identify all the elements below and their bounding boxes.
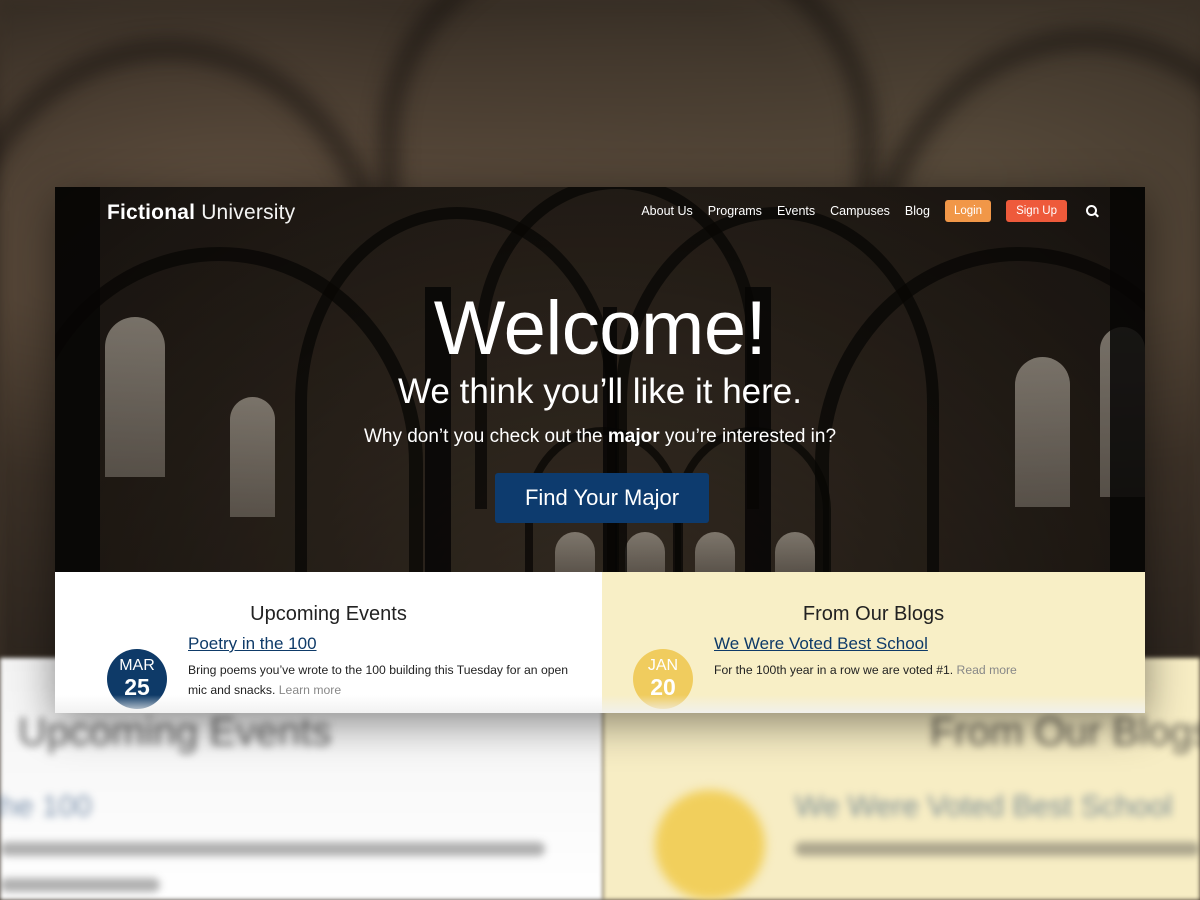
- nav-blog[interactable]: Blog: [905, 204, 930, 218]
- nav-programs[interactable]: Programs: [708, 204, 762, 218]
- backdrop-blogs-heading: From Our Blogs: [930, 710, 1200, 754]
- backdrop-date-badge: [655, 790, 765, 900]
- hero-tagline: Why don’t you check out the major you’re…: [55, 426, 1145, 448]
- tagline-after: you’re interested in?: [659, 426, 837, 447]
- logo-bold-text: Fictional: [107, 201, 196, 224]
- tagline-bold: major: [607, 426, 660, 447]
- signup-button[interactable]: Sign Up: [1006, 200, 1067, 222]
- logo-light-text: University: [201, 201, 296, 224]
- blog-text: For the 100th year in a row we are voted…: [714, 663, 954, 677]
- event-description: Bring poems you’ve wrote to the 100 buil…: [188, 660, 583, 700]
- event-title-link[interactable]: Poetry in the 100: [188, 634, 317, 654]
- blogs-heading: From Our Blogs: [802, 603, 945, 625]
- backdrop-text-line: [0, 878, 160, 892]
- login-button[interactable]: Login: [944, 200, 992, 222]
- hero-subtitle: We think you’ll like it here.: [398, 372, 802, 411]
- frame-bottom-fade: [55, 695, 1145, 713]
- blog-title-link[interactable]: We Were Voted Best School: [714, 634, 928, 654]
- backdrop-text-line: [0, 842, 545, 856]
- backdrop-events-heading: Upcoming Events: [18, 710, 332, 754]
- backdrop-blog-title: We Were Voted Best School: [795, 790, 1173, 823]
- backdrop-event-title: in the 100: [0, 790, 92, 823]
- find-your-major-button[interactable]: Find Your Major: [495, 473, 709, 523]
- blog-read-more-link[interactable]: Read more: [957, 663, 1017, 677]
- nav-campuses[interactable]: Campuses: [830, 204, 890, 218]
- events-heading: Upcoming Events: [250, 603, 407, 625]
- hero-title: Welcome!: [433, 286, 767, 371]
- main-nav: About Us Programs Events Campuses Blog L…: [626, 200, 1099, 222]
- hero-section: Fictional University About Us Programs E…: [55, 187, 1145, 572]
- event-text: Bring poems you’ve wrote to the 100 buil…: [188, 663, 569, 697]
- nav-events[interactable]: Events: [777, 204, 815, 218]
- blog-month: JAN: [647, 657, 679, 674]
- upcoming-events-section: Upcoming Events MAR 25 Poetry in the 100…: [55, 572, 602, 713]
- search-icon[interactable]: [1085, 204, 1099, 218]
- website-screenshot: Fictional University About Us Programs E…: [55, 187, 1145, 713]
- event-month: MAR: [119, 657, 155, 674]
- site-logo[interactable]: Fictional University: [107, 201, 295, 225]
- blog-description: For the 100th year in a row we are voted…: [714, 660, 1109, 680]
- blogs-section: From Our Blogs JAN 20 We Were Voted Best…: [602, 572, 1145, 713]
- tagline-before: Why don’t you check out the: [363, 426, 608, 447]
- backdrop-text-line: [795, 842, 1200, 856]
- nav-about-us[interactable]: About Us: [641, 204, 692, 218]
